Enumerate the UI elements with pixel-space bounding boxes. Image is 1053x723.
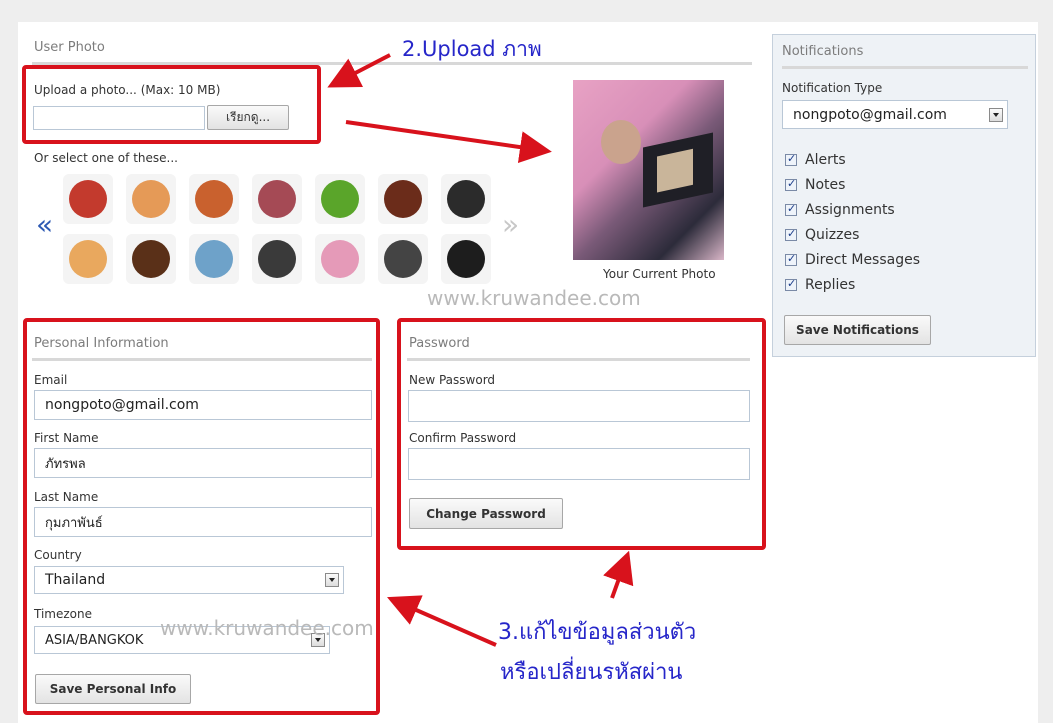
arrow-up-password bbox=[603, 550, 634, 599]
arrow-to-personal bbox=[387, 595, 497, 647]
arrow-to-upload bbox=[327, 53, 391, 88]
annotation-arrows bbox=[327, 53, 634, 647]
arrow-to-photo bbox=[345, 120, 552, 163]
